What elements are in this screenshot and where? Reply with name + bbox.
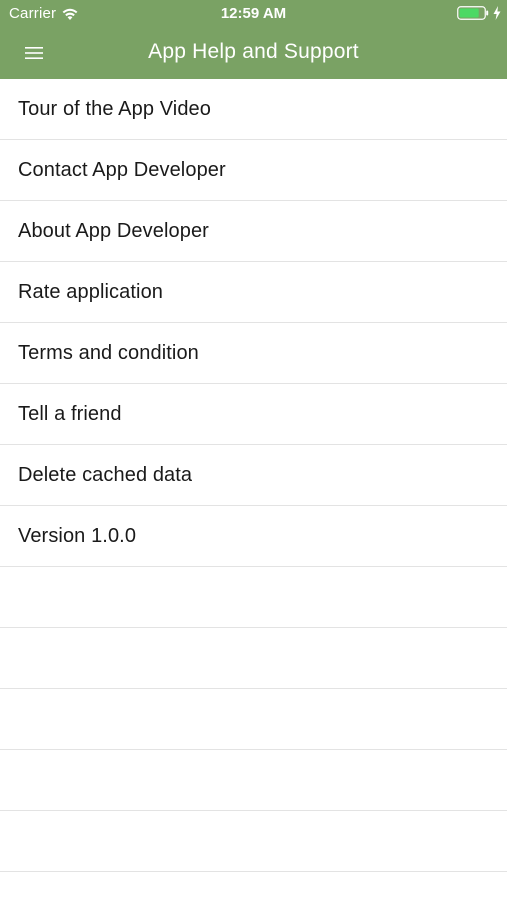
version-label: Version 1.0.0 bbox=[18, 524, 137, 547]
menu-item-terms[interactable]: Terms and condition bbox=[0, 323, 507, 384]
menu-item-rate-application[interactable]: Rate application bbox=[0, 262, 507, 323]
menu-item-tour-video[interactable]: Tour of the App Video bbox=[0, 79, 507, 140]
battery-indicator bbox=[457, 6, 501, 20]
menu-item-label: Rate application bbox=[18, 280, 164, 303]
menu-item-label: Delete cached data bbox=[18, 463, 193, 486]
menu-item-delete-cache[interactable]: Delete cached data bbox=[0, 445, 507, 506]
menu-item-contact-developer[interactable]: Contact App Developer bbox=[0, 140, 507, 201]
app-screen: Carrier 12:59 AM App Help and Support To… bbox=[0, 0, 507, 900]
status-bar: Carrier 12:59 AM bbox=[0, 0, 507, 28]
menu-item-label: Terms and condition bbox=[18, 341, 199, 364]
empty-row bbox=[0, 750, 507, 811]
charging-bolt-icon bbox=[493, 6, 501, 20]
menu-item-label: Tour of the App Video bbox=[18, 97, 211, 120]
menu-item-tell-friend[interactable]: Tell a friend bbox=[0, 384, 507, 445]
empty-row bbox=[0, 567, 507, 628]
menu-item-label: Tell a friend bbox=[18, 402, 122, 425]
support-menu-list: Tour of the App Video Contact App Develo… bbox=[0, 79, 507, 872]
status-time: 12:59 AM bbox=[220, 5, 287, 22]
battery-fill bbox=[459, 8, 479, 18]
menu-item-about-developer[interactable]: About App Developer bbox=[0, 201, 507, 262]
empty-row bbox=[0, 811, 507, 872]
battery-icon bbox=[457, 6, 489, 20]
menu-item-label: About App Developer bbox=[18, 219, 209, 242]
empty-row bbox=[0, 628, 507, 689]
menu-item-label: Contact App Developer bbox=[18, 158, 226, 181]
navigation-bar: App Help and Support bbox=[0, 28, 507, 79]
empty-row bbox=[0, 689, 507, 750]
header: Carrier 12:59 AM App Help and Support bbox=[0, 0, 507, 79]
page-title: App Help and Support bbox=[148, 40, 359, 63]
menu-item-version: Version 1.0.0 bbox=[0, 506, 507, 567]
